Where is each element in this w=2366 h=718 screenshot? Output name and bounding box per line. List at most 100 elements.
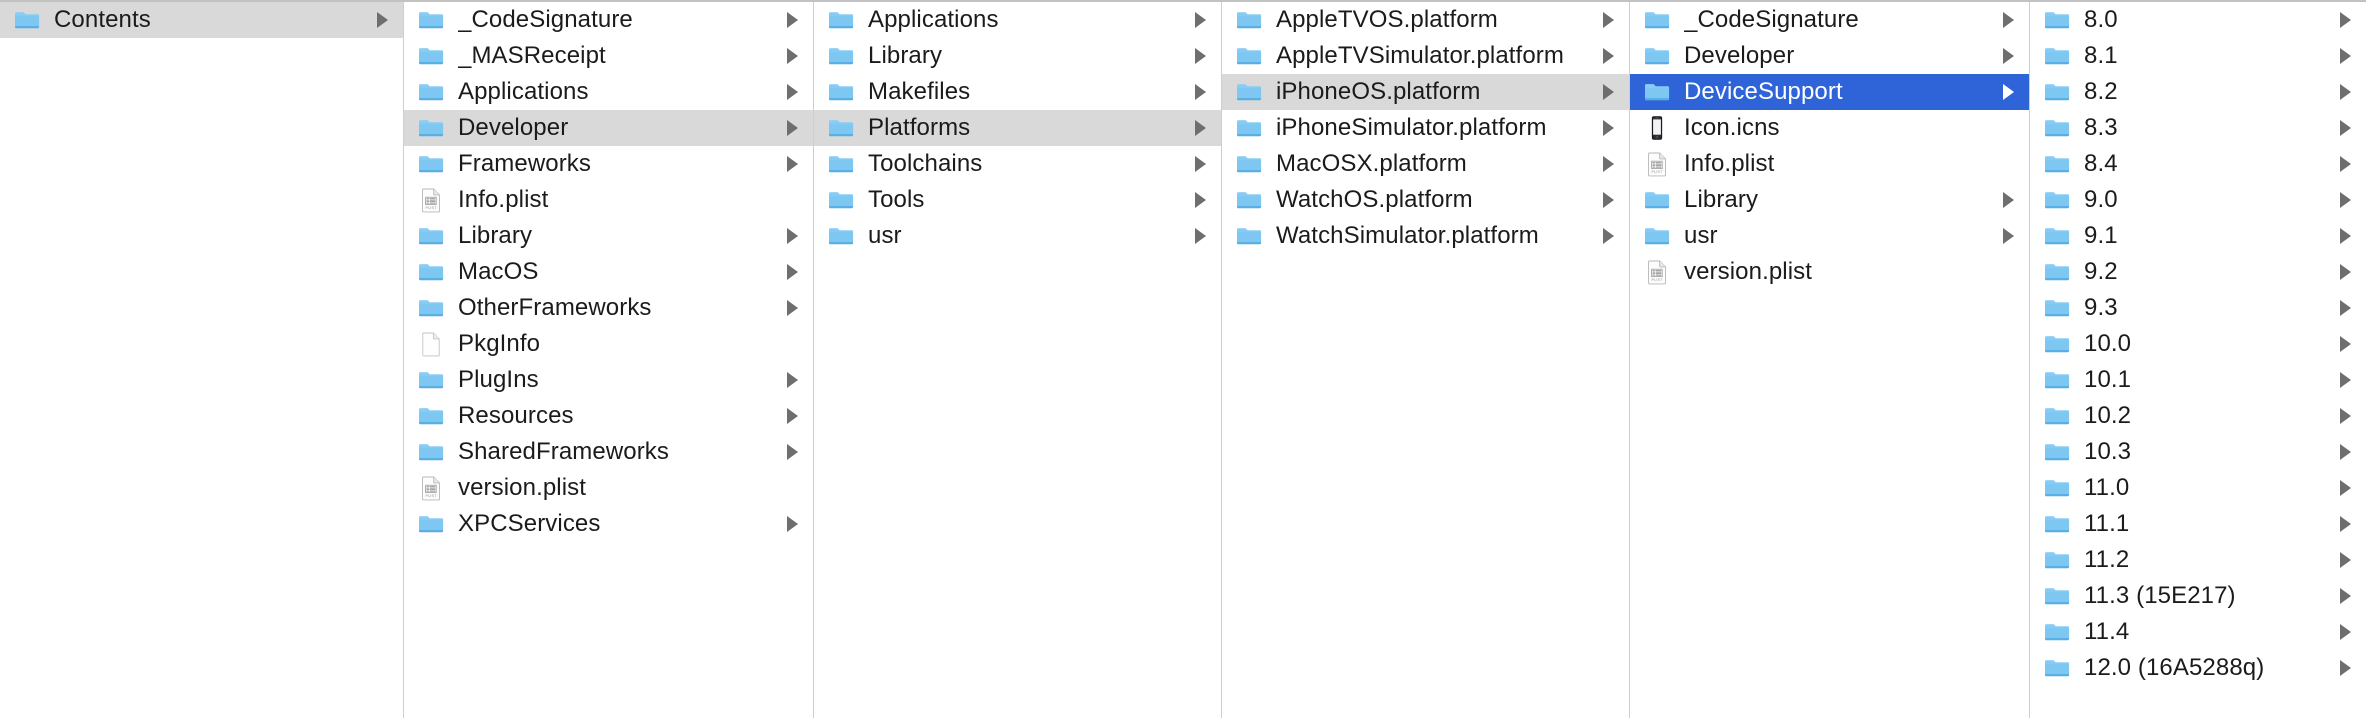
chevron-right-icon[interactable] [2338, 621, 2356, 643]
chevron-right-icon[interactable] [2001, 81, 2019, 103]
chevron-right-icon[interactable] [2338, 657, 2356, 679]
file-row[interactable]: 11.2 [2030, 542, 2366, 578]
chevron-right-icon[interactable] [2338, 441, 2356, 463]
chevron-right-icon[interactable] [785, 81, 803, 103]
chevron-right-icon[interactable] [2338, 549, 2356, 571]
column-contents[interactable]: Contents [0, 2, 404, 718]
file-row[interactable]: Makefiles [814, 74, 1221, 110]
chevron-right-icon[interactable] [2338, 81, 2356, 103]
file-row[interactable]: _CodeSignature [1630, 2, 2029, 38]
file-row[interactable]: 10.0 [2030, 326, 2366, 362]
file-row[interactable]: 10.1 [2030, 362, 2366, 398]
chevron-right-icon[interactable] [785, 441, 803, 463]
file-row[interactable]: Library [404, 218, 813, 254]
chevron-right-icon[interactable] [2001, 189, 2019, 211]
file-row[interactable]: PLIST Info.plist [404, 182, 813, 218]
column-devicesupport[interactable]: 8.0 8.1 8.2 8.3 8.4 9.0 9.1 9.2 9.3 10.0 10.1 10.2 1… [2030, 2, 2366, 718]
chevron-right-icon[interactable] [785, 45, 803, 67]
chevron-right-icon[interactable] [1193, 81, 1211, 103]
chevron-right-icon[interactable] [2338, 477, 2356, 499]
file-row[interactable]: 11.1 [2030, 506, 2366, 542]
chevron-right-icon[interactable] [2338, 405, 2356, 427]
file-row[interactable]: 10.2 [2030, 398, 2366, 434]
file-row[interactable]: SharedFrameworks [404, 434, 813, 470]
file-row[interactable]: _MASReceipt [404, 38, 813, 74]
chevron-right-icon[interactable] [2338, 261, 2356, 283]
column-contents-children[interactable]: _CodeSignature _MASReceipt Applications Dev… [404, 2, 814, 718]
chevron-right-icon[interactable] [785, 225, 803, 247]
chevron-right-icon[interactable] [2338, 369, 2356, 391]
column-iphoneos-platform[interactable]: _CodeSignature Developer DeviceSupport Icon… [1630, 2, 2030, 718]
file-row[interactable]: 9.2 [2030, 254, 2366, 290]
chevron-right-icon[interactable] [2338, 225, 2356, 247]
chevron-right-icon[interactable] [1601, 9, 1619, 31]
file-row[interactable]: Developer [1630, 38, 2029, 74]
file-row[interactable]: 12.0 (16A5288q) [2030, 650, 2366, 686]
file-row[interactable]: Contents [0, 2, 403, 38]
file-row[interactable]: PlugIns [404, 362, 813, 398]
chevron-right-icon[interactable] [1601, 81, 1619, 103]
chevron-right-icon[interactable] [785, 513, 803, 535]
chevron-right-icon[interactable] [1601, 153, 1619, 175]
chevron-right-icon[interactable] [2338, 153, 2356, 175]
file-row[interactable]: Platforms [814, 110, 1221, 146]
chevron-right-icon[interactable] [2338, 333, 2356, 355]
chevron-right-icon[interactable] [2338, 513, 2356, 535]
file-row[interactable]: iPhoneSimulator.platform [1222, 110, 1629, 146]
file-row[interactable]: iPhoneOS.platform [1222, 74, 1629, 110]
file-row[interactable]: 8.2 [2030, 74, 2366, 110]
file-row[interactable]: 8.0 [2030, 2, 2366, 38]
file-row[interactable]: Resources [404, 398, 813, 434]
chevron-right-icon[interactable] [1193, 45, 1211, 67]
file-row[interactable]: 10.3 [2030, 434, 2366, 470]
file-row[interactable]: OtherFrameworks [404, 290, 813, 326]
file-row[interactable]: 9.1 [2030, 218, 2366, 254]
chevron-right-icon[interactable] [2338, 189, 2356, 211]
file-row[interactable]: 8.1 [2030, 38, 2366, 74]
file-row[interactable]: 9.3 [2030, 290, 2366, 326]
file-row[interactable]: Tools [814, 182, 1221, 218]
file-row[interactable]: XPCServices [404, 506, 813, 542]
file-row[interactable]: 9.0 [2030, 182, 2366, 218]
file-row[interactable]: PLIST version.plist [1630, 254, 2029, 290]
file-row[interactable]: DeviceSupport [1630, 74, 2029, 110]
chevron-right-icon[interactable] [785, 405, 803, 427]
chevron-right-icon[interactable] [1601, 189, 1619, 211]
chevron-right-icon[interactable] [2338, 297, 2356, 319]
chevron-right-icon[interactable] [2001, 45, 2019, 67]
file-row[interactable]: Toolchains [814, 146, 1221, 182]
chevron-right-icon[interactable] [1601, 117, 1619, 139]
chevron-right-icon[interactable] [1601, 45, 1619, 67]
file-row[interactable]: usr [814, 218, 1221, 254]
chevron-right-icon[interactable] [2338, 45, 2356, 67]
chevron-right-icon[interactable] [1193, 189, 1211, 211]
chevron-right-icon[interactable] [1193, 225, 1211, 247]
chevron-right-icon[interactable] [785, 153, 803, 175]
file-row[interactable]: WatchOS.platform [1222, 182, 1629, 218]
file-row[interactable]: _CodeSignature [404, 2, 813, 38]
chevron-right-icon[interactable] [785, 261, 803, 283]
file-row[interactable]: PLIST version.plist [404, 470, 813, 506]
file-row[interactable]: Library [814, 38, 1221, 74]
file-row[interactable]: Icon.icns [1630, 110, 2029, 146]
chevron-right-icon[interactable] [2338, 117, 2356, 139]
file-row[interactable]: Applications [814, 2, 1221, 38]
file-row[interactable]: Frameworks [404, 146, 813, 182]
chevron-right-icon[interactable] [1601, 225, 1619, 247]
file-row[interactable]: Developer [404, 110, 813, 146]
file-row[interactable]: 11.0 [2030, 470, 2366, 506]
file-row[interactable]: 8.3 [2030, 110, 2366, 146]
file-row[interactable]: 11.3 (15E217) [2030, 578, 2366, 614]
file-row[interactable]: AppleTVOS.platform [1222, 2, 1629, 38]
column-platforms[interactable]: AppleTVOS.platform AppleTVSimulator.platf… [1222, 2, 1630, 718]
chevron-right-icon[interactable] [785, 9, 803, 31]
chevron-right-icon[interactable] [785, 117, 803, 139]
file-row[interactable]: MacOS [404, 254, 813, 290]
file-row[interactable]: PkgInfo [404, 326, 813, 362]
chevron-right-icon[interactable] [1193, 153, 1211, 175]
file-row[interactable]: Applications [404, 74, 813, 110]
chevron-right-icon[interactable] [2001, 225, 2019, 247]
column-developer[interactable]: Applications Library Makefiles Platforms Too… [814, 2, 1222, 718]
file-row[interactable]: WatchSimulator.platform [1222, 218, 1629, 254]
chevron-right-icon[interactable] [785, 297, 803, 319]
